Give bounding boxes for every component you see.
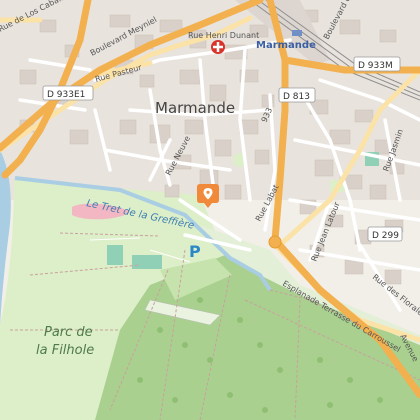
street-esplanade: Esplanade Terrasse du Carroussel: [281, 279, 402, 354]
route-shield-d299: D 299: [367, 226, 403, 242]
parking-icon[interactable]: P: [189, 242, 201, 261]
park-label-line1: Parc de: [44, 325, 93, 340]
street-latour: Rue Jean Latour: [310, 200, 342, 263]
town-label: Marmande: [155, 99, 235, 117]
route-shield-d813: D 813: [278, 87, 316, 103]
svg-text:D 299: D 299: [372, 231, 399, 241]
street-933: 933: [260, 106, 275, 124]
street-liberte: Boulevard de la Liberté: [321, 0, 374, 41]
svg-text:D 813: D 813: [283, 92, 310, 102]
street-avenue: Avenue: [398, 333, 420, 364]
svg-text:D 933M: D 933M: [358, 61, 393, 71]
street-meyniel: Boulevard Meyniel: [89, 15, 159, 58]
route-shield-d933m: D 933M: [353, 56, 401, 72]
street-neuve: Rue Neuve: [164, 134, 192, 177]
park-label-line2: la Filhole: [36, 343, 94, 358]
street-pasteur: Rue Pasteur: [94, 63, 143, 84]
map-labels: Marmande Marmande Parc de la Filhole Rue…: [0, 0, 420, 364]
street-labat: Rue Labat: [254, 183, 281, 223]
street-florales: Rue des Florales: [371, 272, 420, 320]
street-dunant: Rue Henri Dunant: [188, 31, 259, 40]
street-jasmin: Rue Jasmin: [381, 128, 405, 173]
street-caballeros: Rue de Los Caballeros: [0, 0, 80, 34]
station-icon: [292, 30, 302, 36]
map-view[interactable]: Marmande Marmande Parc de la Filhole Rue…: [0, 0, 420, 420]
canal-label: Le Tret de la Greffière: [85, 197, 195, 232]
station-label: Marmande: [256, 40, 316, 51]
hospital-cross-icon[interactable]: [211, 40, 225, 54]
route-shield-d933e1: D 933E1: [42, 85, 94, 101]
location-pin-icon[interactable]: [197, 184, 219, 208]
svg-text:D 933E1: D 933E1: [47, 90, 85, 100]
